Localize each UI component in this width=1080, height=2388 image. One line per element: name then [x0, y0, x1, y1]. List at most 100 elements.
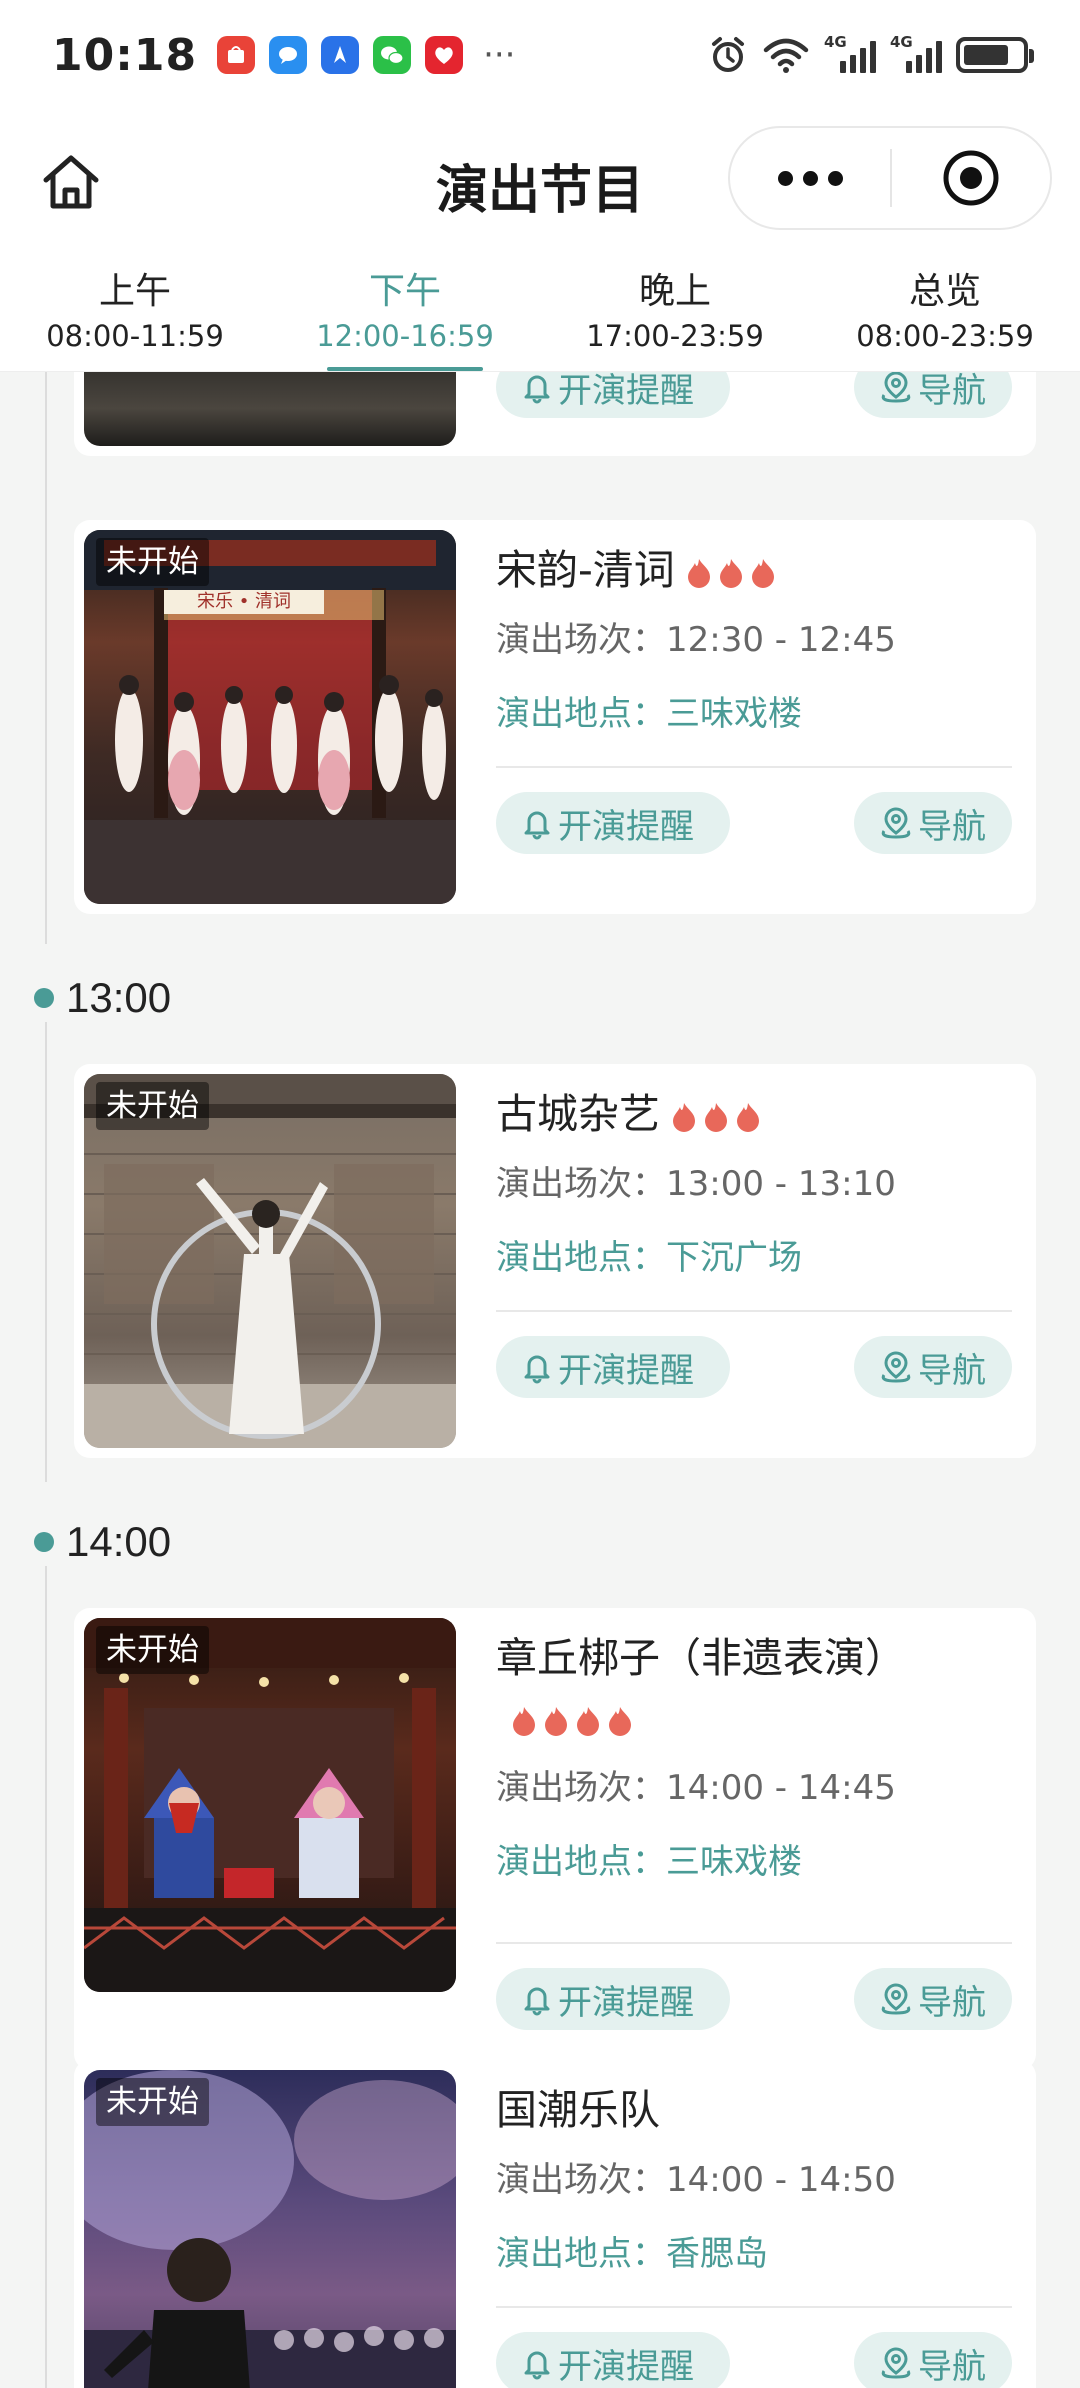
show-title: 章丘梆子（非遗表演）: [496, 1628, 1012, 1748]
battery-icon: [956, 37, 1034, 73]
show-thumbnail: 未开始: [84, 1074, 456, 1448]
show-session: 演出场次：13:00 - 13:10: [496, 1164, 896, 1204]
flame-icon: [719, 559, 742, 588]
show-thumbnail: 未开始: [84, 1618, 456, 1992]
opera-scene-image: [84, 1618, 456, 1992]
popularity-flames: [670, 1101, 762, 1133]
navigation-app-icon: [321, 36, 360, 74]
tab-evening[interactable]: 晚上 17:00-23:59: [540, 254, 810, 371]
close-mini-program-button[interactable]: [892, 147, 1050, 209]
remind-button[interactable]: 开演提醒: [496, 1336, 730, 1398]
show-info: 宋韵-清词 演出场次：12:30 - 12:45 演出地点：三味戏楼: [496, 540, 1012, 738]
status-indicators: 4G 4G: [708, 33, 1034, 75]
timeline-dot: [34, 988, 54, 1008]
time-tabs: 上午 08:00-11:59 下午 12:00-16:59 晚上 17:00-2…: [0, 254, 1080, 372]
location-icon: [881, 1983, 911, 2015]
mini-program-capsule: [728, 126, 1052, 230]
timeline-line: [45, 372, 47, 944]
gift-app-icon: [425, 36, 464, 74]
flame-icon: [577, 1707, 599, 1736]
status-badge: 未开始: [96, 2078, 209, 2126]
bell-icon: [524, 1355, 550, 1384]
stage-sign: 宋乐 • 清词: [164, 590, 324, 614]
show-info: 古城杂艺 演出场次：13:00 - 13:10 演出地点：下沉广场: [496, 1084, 1012, 1282]
navigate-button[interactable]: 导航: [854, 1968, 1012, 2030]
status-badge: 未开始: [96, 1626, 209, 1674]
flame-icon: [673, 1103, 695, 1132]
timeline-line: [45, 1566, 47, 2388]
target-icon: [943, 150, 999, 206]
show-venue: 演出地点：三味戏楼: [496, 694, 802, 734]
timeline-line: [45, 1022, 47, 1482]
timeline-dot: [34, 1532, 54, 1552]
flame-icon: [751, 559, 774, 588]
show-info: 国潮乐队 演出场次：14:00 - 14:50 演出地点：香腮岛: [496, 2080, 1012, 2278]
huawei-mall-icon: [217, 36, 256, 74]
remind-button[interactable]: 开演提醒: [496, 2332, 730, 2388]
show-title: 国潮乐队: [496, 2086, 660, 2134]
tab-afternoon[interactable]: 下午 12:00-16:59: [270, 254, 540, 371]
more-notifications-icon: ···: [483, 35, 516, 75]
status-badge: 未开始: [96, 1082, 209, 1130]
signal-strength-2-icon: 4G: [890, 33, 942, 73]
flame-icon: [513, 1707, 535, 1736]
flame-icon: [705, 1103, 727, 1132]
status-time: 10:18: [52, 29, 198, 81]
navigate-button[interactable]: 导航: [854, 792, 1012, 854]
location-icon: [881, 1351, 911, 1383]
card-divider: [496, 766, 1012, 768]
show-title: 宋韵-清词: [496, 540, 1012, 600]
stage-scene-image: [84, 530, 456, 904]
show-thumbnail: 未开始: [84, 2070, 456, 2388]
flame-icon: [545, 1707, 567, 1736]
show-info: 章丘梆子（非遗表演） 演出场次：14:00 - 14:45 演出地点：三味戏楼: [496, 1628, 1012, 1886]
show-card-partial[interactable]: 开演提醒 导航: [74, 372, 1036, 456]
bell-icon: [524, 1987, 550, 2016]
more-menu-button[interactable]: [730, 170, 890, 186]
location-icon: [881, 372, 911, 403]
bell-icon: [524, 811, 550, 840]
location-icon: [881, 2347, 911, 2379]
show-session: 演出场次：14:00 - 14:50: [496, 2160, 896, 2200]
tab-morning[interactable]: 上午 08:00-11:59: [0, 254, 270, 371]
acrobat-scene-image: [84, 1074, 456, 1448]
navigate-button[interactable]: 导航: [854, 2332, 1012, 2388]
nav-bar: 演出节目: [0, 110, 1080, 254]
flame-icon: [687, 559, 710, 588]
tab-overview[interactable]: 总览 08:00-23:59: [810, 254, 1080, 371]
bell-icon: [524, 375, 550, 404]
status-badge: 未开始: [96, 538, 209, 586]
remind-button[interactable]: 开演提醒: [496, 792, 730, 854]
card-divider: [496, 1310, 1012, 1312]
card-divider: [496, 1942, 1012, 1944]
show-venue: 演出地点：下沉广场: [496, 1238, 802, 1278]
show-card[interactable]: 未开始 古城杂艺 演出场次：13:00 - 13:10 演出地点：下沉广场 开演…: [74, 1064, 1036, 1458]
show-session: 演出场次：12:30 - 12:45: [496, 620, 896, 660]
show-title: 古城杂艺: [496, 1084, 1012, 1144]
show-venue: 演出地点：三味戏楼: [496, 1842, 802, 1882]
flame-icon: [609, 1707, 631, 1736]
show-card[interactable]: 未开始 章丘梆子（非遗表演） 演出场次：14:00 - 14:45 演出地点：三…: [74, 1608, 1036, 2070]
show-thumbnail: [84, 372, 456, 446]
location-icon: [881, 807, 911, 839]
wechat-icon: [373, 36, 412, 74]
navigate-button[interactable]: 导航: [854, 1336, 1012, 1398]
show-list[interactable]: 开演提醒 导航 未开始 宋乐 • 清词 宋韵-清词 演出场次：12:30 - 1…: [0, 372, 1080, 2388]
status-bar: 10:18 ··· 4G 4G: [0, 0, 1080, 110]
navigate-button[interactable]: 导航: [854, 372, 1012, 418]
bell-icon: [524, 2351, 550, 2380]
wifi-icon: [763, 38, 809, 73]
alarm-icon: [712, 37, 744, 72]
messages-icon: [269, 36, 308, 74]
show-session: 演出场次：14:00 - 14:45: [496, 1768, 896, 1808]
show-venue: 演出地点：香腮岛: [496, 2234, 768, 2274]
show-card[interactable]: 未开始 国潮乐队 演出场次：14:00 - 14:50 演出地点：香腮岛 开演提…: [74, 2060, 1036, 2388]
time-group-header: 13:00: [34, 974, 171, 1022]
popularity-flames: [510, 1705, 634, 1737]
remind-button[interactable]: 开演提醒: [496, 1968, 730, 2030]
show-thumbnail: 未开始 宋乐 • 清词: [84, 530, 456, 904]
card-divider: [496, 2306, 1012, 2308]
remind-button[interactable]: 开演提醒: [496, 372, 730, 418]
show-card[interactable]: 未开始 宋乐 • 清词 宋韵-清词 演出场次：12:30 - 12:45 演出地…: [74, 520, 1036, 914]
flame-icon: [737, 1103, 759, 1132]
